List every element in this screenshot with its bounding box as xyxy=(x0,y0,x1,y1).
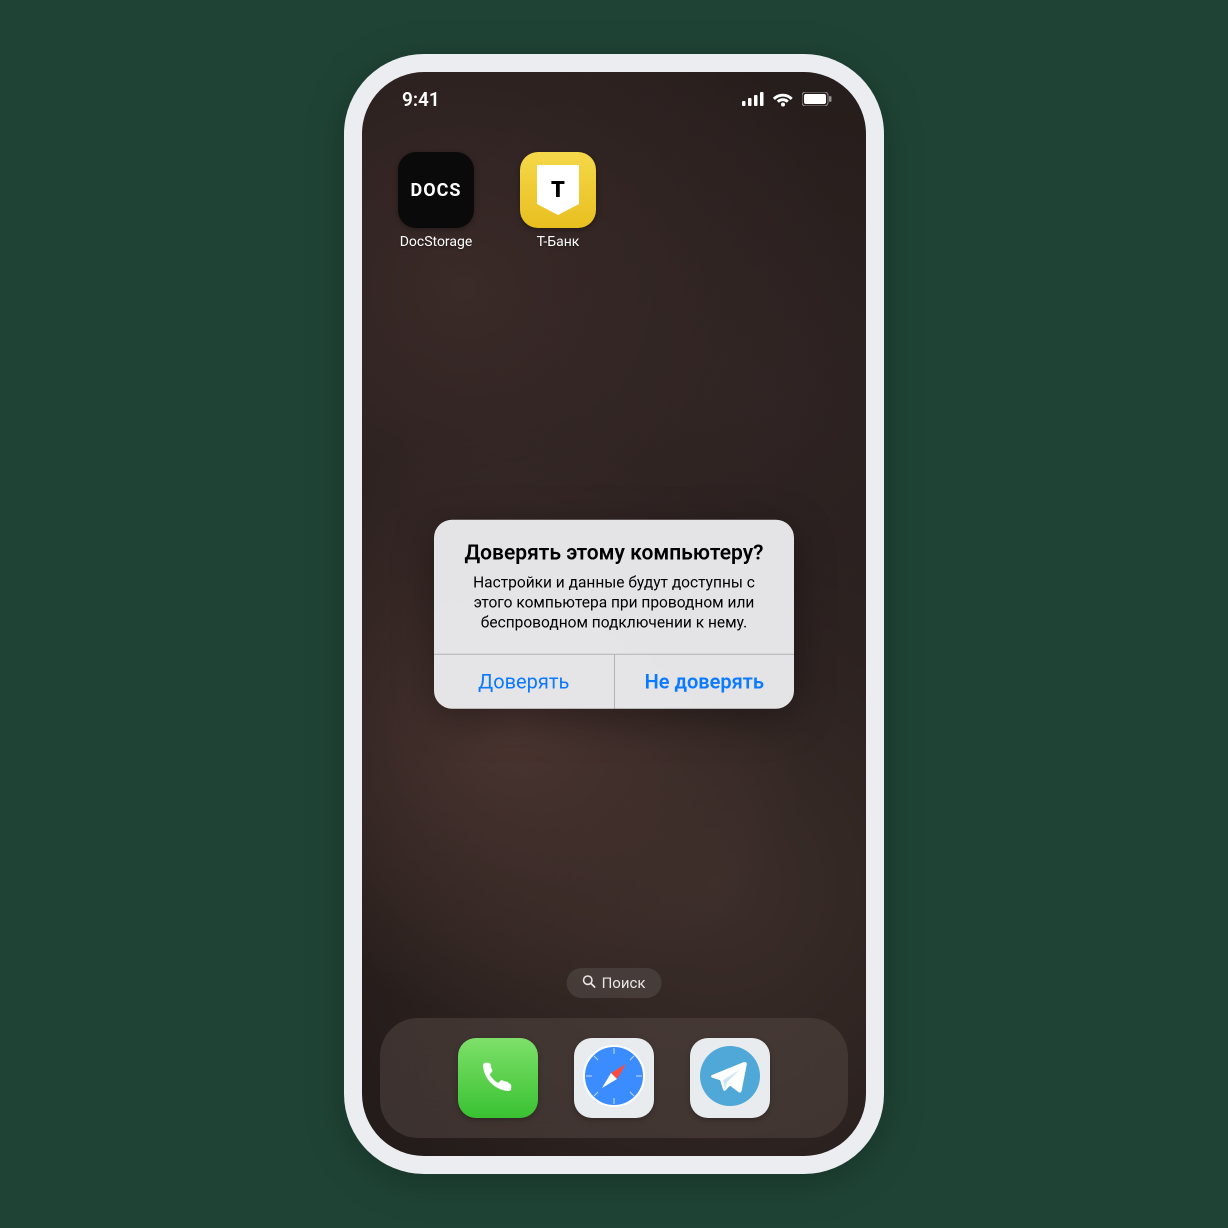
spotlight-search[interactable]: Поиск xyxy=(567,968,662,998)
docstorage-icon-text: DOCS xyxy=(411,180,462,201)
docstorage-icon: DOCS xyxy=(398,152,474,228)
search-icon xyxy=(583,974,596,992)
alert-message: Настройки и данные будут доступны с этог… xyxy=(452,573,776,633)
dock-app-phone[interactable] xyxy=(458,1038,538,1118)
telegram-icon xyxy=(696,1042,764,1114)
dont-trust-button[interactable]: Не доверять xyxy=(614,654,795,708)
wifi-icon xyxy=(772,91,794,107)
status-bar: 9:41 xyxy=(362,72,866,126)
dock-app-safari[interactable] xyxy=(574,1038,654,1118)
status-time: 9:41 xyxy=(402,88,440,111)
search-label: Поиск xyxy=(602,974,646,992)
phone-icon xyxy=(476,1054,520,1102)
screen: 9:41 DOCS DocStorage xyxy=(362,72,866,1156)
alert-title: Доверять этому компьютеру? xyxy=(452,542,776,567)
dock xyxy=(380,1018,848,1138)
dock-app-telegram[interactable] xyxy=(690,1038,770,1118)
tbank-icon: T xyxy=(520,152,596,228)
app-label-tbank: Т-Банк xyxy=(537,234,580,250)
tbank-shield-icon: T xyxy=(537,165,579,215)
cellular-signal-icon xyxy=(742,92,764,106)
status-icons xyxy=(742,91,832,107)
safari-compass-icon xyxy=(580,1042,648,1114)
app-docstorage[interactable]: DOCS DocStorage xyxy=(390,152,482,250)
app-tbank[interactable]: T Т-Банк xyxy=(512,152,604,250)
trust-button[interactable]: Доверять xyxy=(434,654,614,708)
alert-buttons: Доверять Не доверять xyxy=(434,653,794,708)
battery-icon xyxy=(802,92,832,106)
trust-computer-alert: Доверять этому компьютеру? Настройки и д… xyxy=(434,520,794,709)
app-label-docstorage: DocStorage xyxy=(400,234,473,250)
alert-body: Доверять этому компьютеру? Настройки и д… xyxy=(434,520,794,654)
phone-frame: 9:41 DOCS DocStorage xyxy=(344,54,884,1174)
home-app-grid: DOCS DocStorage T Т-Банк xyxy=(390,152,838,250)
